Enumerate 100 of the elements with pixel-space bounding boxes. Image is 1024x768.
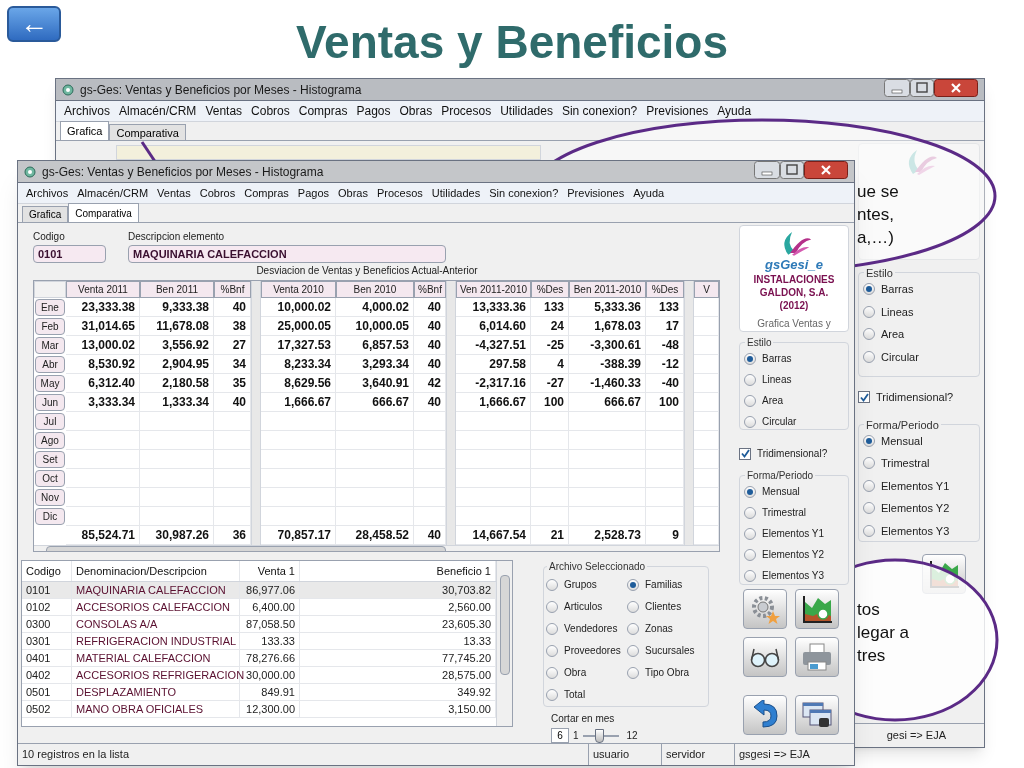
- row-header[interactable]: Feb: [35, 317, 65, 335]
- radio-button[interactable]: [744, 352, 756, 365]
- radio-button[interactable]: [863, 457, 875, 470]
- scrollbar[interactable]: [496, 561, 512, 726]
- radio-button[interactable]: [744, 394, 756, 407]
- row-header[interactable]: Ago: [35, 431, 65, 449]
- checkbox[interactable]: [739, 447, 751, 460]
- menu-item[interactable]: Almacén/CRM: [119, 102, 197, 120]
- row-header[interactable]: Set: [35, 450, 65, 468]
- row-header[interactable]: Jun: [35, 393, 65, 411]
- radio-button[interactable]: [546, 622, 558, 635]
- menu-item[interactable]: Ayuda: [717, 102, 752, 120]
- menu-item[interactable]: Pagos: [356, 102, 391, 120]
- menu-item[interactable]: Ventas: [205, 102, 243, 120]
- radio-button[interactable]: [744, 569, 756, 582]
- toolbar-button[interactable]: [743, 695, 787, 735]
- row-header[interactable]: May: [35, 374, 65, 392]
- menu-item[interactable]: Ventas: [157, 184, 191, 202]
- radio-button[interactable]: [863, 479, 875, 492]
- menu-item[interactable]: Sin conexion?: [561, 102, 638, 120]
- radio-button[interactable]: [863, 283, 875, 296]
- radio-button[interactable]: [546, 688, 558, 701]
- menu-item[interactable]: Utilidades: [431, 184, 481, 202]
- menu-item[interactable]: Archivos: [64, 102, 110, 120]
- month-field[interactable]: 6: [551, 728, 569, 743]
- close-icon[interactable]: [804, 161, 848, 179]
- minimize-icon[interactable]: [754, 161, 780, 179]
- list-row[interactable]: 0101 MAQUINARIA CALEFACCION 86,977.06 30,703.82: [22, 582, 496, 599]
- row-header[interactable]: Dic: [35, 507, 65, 525]
- toolbar-button[interactable]: [795, 589, 839, 629]
- radio-button[interactable]: [546, 644, 558, 657]
- menu-item[interactable]: Procesos: [441, 102, 492, 120]
- menu-item[interactable]: Procesos: [377, 184, 423, 202]
- tab[interactable]: Grafica: [60, 121, 110, 140]
- menu-item[interactable]: Pagos: [297, 184, 330, 202]
- list-row[interactable]: 0502 MANO OBRA OFICIALES 12,300.00 3,150.00: [22, 701, 496, 718]
- menu-item[interactable]: Almacén/CRM: [77, 184, 149, 202]
- radio-button[interactable]: [744, 548, 756, 561]
- callout-text: ntes,: [857, 204, 894, 226]
- radio-button[interactable]: [863, 328, 875, 341]
- menu-item[interactable]: Obras: [338, 184, 368, 202]
- tab[interactable]: Grafica: [22, 206, 69, 222]
- menu-item[interactable]: Compras: [298, 102, 348, 120]
- slider[interactable]: [582, 728, 619, 743]
- radio-button[interactable]: [627, 578, 639, 591]
- menu-item[interactable]: Archivos: [26, 184, 69, 202]
- row-header[interactable]: Oct: [35, 469, 65, 487]
- radio-button[interactable]: [863, 305, 875, 318]
- radio-button[interactable]: [863, 524, 875, 537]
- tab[interactable]: Comparativa: [109, 124, 186, 140]
- scrollbar[interactable]: [34, 544, 719, 551]
- tab[interactable]: Comparativa: [68, 203, 139, 222]
- list-row[interactable]: 0301 REFRIGERACION INDUSTRIAL 133.33 13.33: [22, 633, 496, 650]
- radio-button[interactable]: [863, 434, 875, 447]
- radio-button[interactable]: [627, 644, 639, 657]
- radio-button[interactable]: [863, 350, 875, 363]
- menu-item[interactable]: Ayuda: [633, 184, 665, 202]
- maximize-icon[interactable]: [910, 79, 934, 97]
- row-header[interactable]: Jul: [35, 412, 65, 430]
- radio-button[interactable]: [744, 415, 756, 428]
- list-row[interactable]: 0300 CONSOLAS A/A 87,058.50 23,605.30: [22, 616, 496, 633]
- radio-button[interactable]: [744, 506, 756, 519]
- radio-button[interactable]: [546, 666, 558, 679]
- radio-button[interactable]: [744, 485, 756, 498]
- row-header[interactable]: Mar: [35, 336, 65, 354]
- slider-thumb[interactable]: [594, 728, 604, 743]
- radio-button[interactable]: [744, 527, 756, 540]
- list-row[interactable]: 0401 MATERIAL CALEFACCION 78,276.66 77,745.20: [22, 650, 496, 667]
- menu-item[interactable]: Utilidades: [500, 102, 553, 120]
- toolbar-button[interactable]: [743, 637, 787, 677]
- radio-button[interactable]: [627, 622, 639, 635]
- menu-item[interactable]: Compras: [244, 184, 289, 202]
- row-header[interactable]: Ene: [35, 298, 65, 316]
- menu-item[interactable]: Cobros: [251, 102, 290, 120]
- menu-item[interactable]: Obras: [399, 102, 433, 120]
- toolbar-button[interactable]: [795, 695, 839, 735]
- radio-button[interactable]: [546, 578, 558, 591]
- menu-item[interactable]: Previsiones: [567, 184, 625, 202]
- list-row[interactable]: 0402 ACCESORIOS REFRIGERACION 30,000.00 28,575.00: [22, 667, 496, 684]
- list-row[interactable]: 0501 DESPLAZAMIENTO 849.91 349.92: [22, 684, 496, 701]
- table-cell: 4,000.02: [336, 297, 414, 317]
- input-field[interactable]: [116, 145, 541, 160]
- radio-button[interactable]: [546, 600, 558, 613]
- radio-button[interactable]: [863, 502, 875, 515]
- description-field[interactable]: MAQUINARIA CALEFACCION: [128, 245, 446, 263]
- radio-button[interactable]: [627, 666, 639, 679]
- list-row[interactable]: 0102 ACCESORIOS CALEFACCION 6,400.00 2,560.00: [22, 599, 496, 616]
- radio-button[interactable]: [627, 600, 639, 613]
- close-icon[interactable]: [934, 79, 978, 97]
- menu-item[interactable]: Previsiones: [646, 102, 709, 120]
- minimize-icon[interactable]: [884, 79, 910, 97]
- row-header[interactable]: Nov: [35, 488, 65, 506]
- row-header[interactable]: Abr: [35, 355, 65, 373]
- menu-item[interactable]: Sin conexion?: [489, 184, 559, 202]
- maximize-icon[interactable]: [780, 161, 804, 179]
- back-button[interactable]: ←: [7, 6, 61, 42]
- code-field[interactable]: 0101: [33, 245, 106, 263]
- radio-button[interactable]: [744, 373, 756, 386]
- checkbox[interactable]: [858, 391, 870, 404]
- menu-item[interactable]: Cobros: [199, 184, 236, 202]
